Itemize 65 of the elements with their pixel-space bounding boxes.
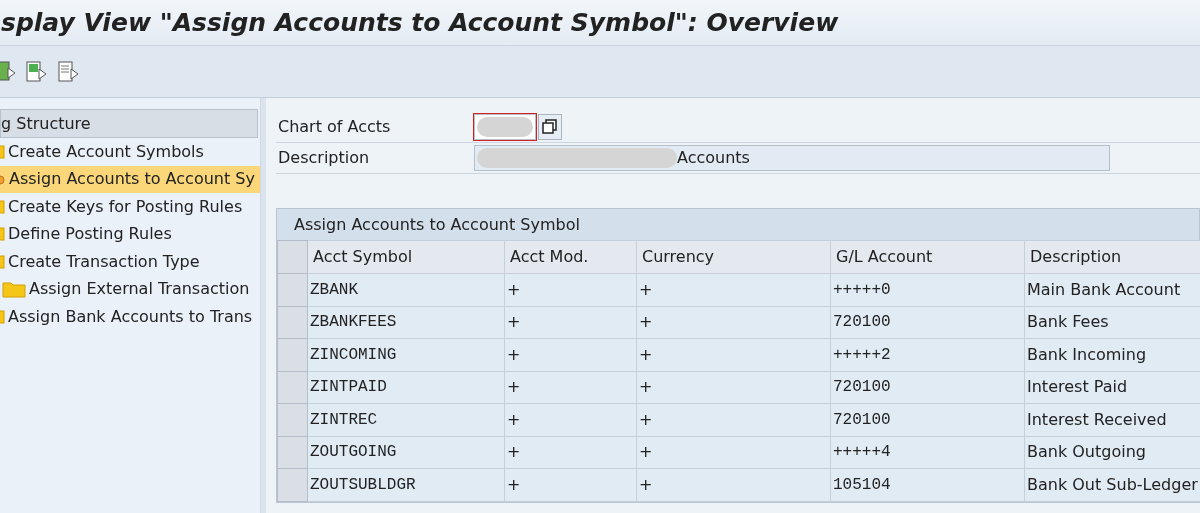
field-label: Description [277, 147, 371, 169]
table-cell: + [636, 403, 831, 436]
tree-item[interactable]: Assign External Transaction [2, 275, 260, 303]
table-cell: Bank Out Sub-Ledger [1024, 468, 1200, 501]
copy-icon[interactable] [538, 114, 562, 140]
window-title: splay View "Assign Accounts to Account Symbol": Overview [0, 6, 839, 39]
row-selector[interactable] [277, 273, 308, 306]
table-cell: 720100 [830, 306, 1025, 339]
table-title: Assign Accounts to Account Symbol [277, 209, 1199, 240]
table-cell: 720100 [830, 371, 1025, 404]
document-icon[interactable] [58, 59, 80, 84]
table-cell: + [504, 338, 637, 371]
column-header: G/L Account [830, 240, 1025, 274]
folder-icon [2, 280, 26, 299]
table-cell: Interest Paid [1024, 371, 1200, 404]
tree-item[interactable]: Assign Bank Accounts to Trans [0, 303, 260, 331]
table-cell: Interest Received [1024, 403, 1200, 436]
table-cell: ZINTPAID [307, 371, 505, 404]
tree-item[interactable]: Create Keys for Posting Rules [0, 193, 260, 221]
table-cell: Bank Incoming [1024, 338, 1200, 371]
table-cell: 105104 [830, 468, 1025, 501]
tree-item[interactable]: Assign Accounts to Account Sy [0, 165, 260, 193]
table-cell: + [504, 371, 637, 404]
field-label: Chart of Accts [277, 116, 392, 138]
table-cell: ZBANKFEES [307, 306, 505, 339]
table-cell: + [636, 468, 831, 501]
row-selector[interactable] [277, 468, 308, 501]
table-cell: + [636, 306, 831, 339]
table-cell: ZOUTGOING [307, 436, 505, 469]
table-cell: + [504, 403, 637, 436]
table-cell: +++++4 [830, 436, 1025, 469]
table-cell: Bank Fees [1024, 306, 1200, 339]
row-selector[interactable] [277, 436, 308, 469]
row-selector[interactable] [277, 403, 308, 436]
tree-item[interactable]: Create Transaction Type [0, 248, 260, 276]
table-cell: + [504, 306, 637, 339]
table-cell: ZBANK [307, 273, 505, 306]
table-cell: + [504, 436, 637, 469]
table-cell: +++++0 [830, 273, 1025, 306]
row-selector[interactable] [277, 338, 308, 371]
tree-header: g Structure [0, 109, 258, 138]
document-chart-icon[interactable] [26, 59, 48, 84]
input-field[interactable]: Accounts [474, 145, 1110, 171]
row-selector[interactable] [277, 371, 308, 404]
select-all-button[interactable] [277, 240, 308, 274]
table-cell: + [636, 371, 831, 404]
table-cell: ZINTREC [307, 403, 505, 436]
table-cell: + [636, 436, 831, 469]
table-cell: ZINCOMING [307, 338, 505, 371]
table-cell: + [504, 468, 637, 501]
table-cell: 720100 [830, 403, 1025, 436]
column-header: Acct Mod. [504, 240, 637, 274]
column-header: Description [1024, 240, 1200, 274]
tree-item[interactable]: Create Account Symbols [0, 138, 260, 166]
column-header: Acct Symbol [307, 240, 505, 274]
table-cell: + [636, 338, 831, 371]
table-cell: ZOUTSUBLDGR [307, 468, 505, 501]
column-header: Currency [636, 240, 831, 274]
table-cell: + [636, 273, 831, 306]
table-cell: Main Bank Account [1024, 273, 1200, 306]
table-cell: Bank Outgoing [1024, 436, 1200, 469]
table-cell: +++++2 [830, 338, 1025, 371]
tree-item[interactable]: Define Posting Rules [0, 220, 260, 248]
row-selector[interactable] [277, 306, 308, 339]
table-cell: + [504, 273, 637, 306]
